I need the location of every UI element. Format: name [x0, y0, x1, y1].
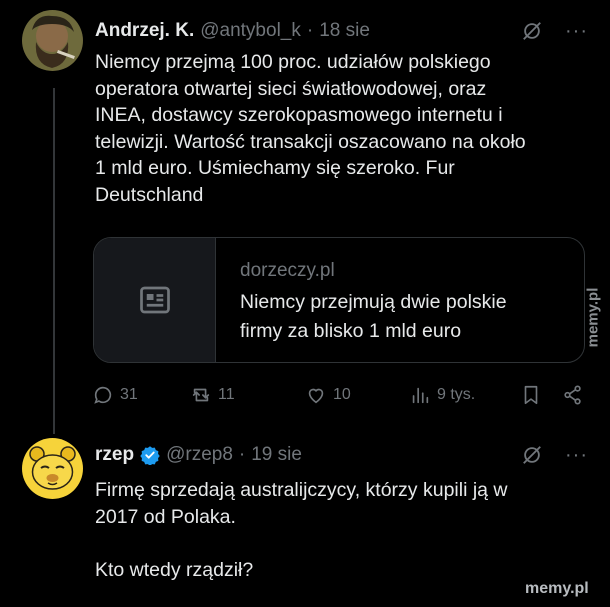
reply-button[interactable]: 31 — [92, 384, 138, 406]
author-name[interactable]: Andrzej. K. — [95, 20, 194, 42]
repost-count: 11 — [218, 386, 235, 403]
link-card-thumbnail — [94, 238, 216, 362]
tweet2-text: Firmę sprzedają australijczycy, którzy k… — [95, 479, 508, 581]
author-name[interactable]: rzep — [95, 444, 134, 466]
views-count: 9 tys. — [437, 386, 476, 403]
avatar-rzep[interactable] — [22, 438, 83, 499]
author-handle[interactable]: @rzep8 — [166, 444, 233, 466]
tweet1-text: Niemcy przejmą 100 proc. udziałów polski… — [95, 51, 526, 206]
author-handle[interactable]: @antybol_k — [200, 20, 301, 42]
thread-connector-line — [53, 88, 55, 434]
reply-count: 31 — [120, 386, 138, 403]
tweet1-header-actions: ··· — [521, 20, 588, 42]
like-count: 10 — [333, 386, 351, 403]
share-icon — [564, 385, 581, 405]
watermark-side: memy.pl — [584, 287, 602, 348]
more-options-icon[interactable]: ··· — [565, 21, 588, 41]
link-card[interactable]: dorzeczy.pl Niemcy przejmują dwie polski… — [93, 237, 585, 363]
repost-icon — [192, 388, 210, 402]
avatar-andrzej[interactable] — [22, 10, 83, 71]
tweet1-header: Andrzej. K. @antybol_k · 18 sie — [95, 20, 370, 42]
watermark-bottom: memy.pl — [525, 580, 589, 597]
share-button[interactable] — [562, 384, 584, 406]
reply-icon — [94, 386, 112, 404]
tweet2-header: rzep @rzep8 · 19 sie — [95, 444, 302, 466]
views-button[interactable]: 9 tys. — [409, 384, 475, 406]
link-card-domain: dorzeczy.pl — [240, 260, 335, 281]
verified-badge-icon[interactable] — [140, 445, 160, 465]
tweet-date[interactable]: 18 sie — [319, 20, 370, 42]
tweet-date[interactable]: 19 sie — [251, 444, 302, 466]
grok-icon[interactable] — [521, 444, 543, 466]
separator-dot: · — [306, 20, 314, 41]
link-card-info: dorzeczy.pl Niemcy przejmują dwie polski… — [216, 238, 523, 362]
tweet1-action-bar: 31 11 10 9 tys. — [92, 384, 592, 412]
heart-icon — [308, 388, 324, 404]
more-options-icon[interactable]: ··· — [565, 445, 588, 465]
article-icon — [139, 286, 170, 314]
analytics-icon — [412, 387, 429, 404]
tweet2-header-actions: ··· — [521, 444, 588, 466]
bookmark-icon — [524, 385, 538, 405]
like-button[interactable]: 10 — [305, 384, 351, 406]
link-card-title: Niemcy przejmują dwie polskie firmy za b… — [240, 291, 507, 342]
repost-button[interactable]: 11 — [190, 384, 235, 406]
bookmark-button[interactable] — [520, 384, 542, 406]
separator-dot: · — [238, 444, 246, 465]
grok-icon[interactable] — [521, 20, 543, 42]
